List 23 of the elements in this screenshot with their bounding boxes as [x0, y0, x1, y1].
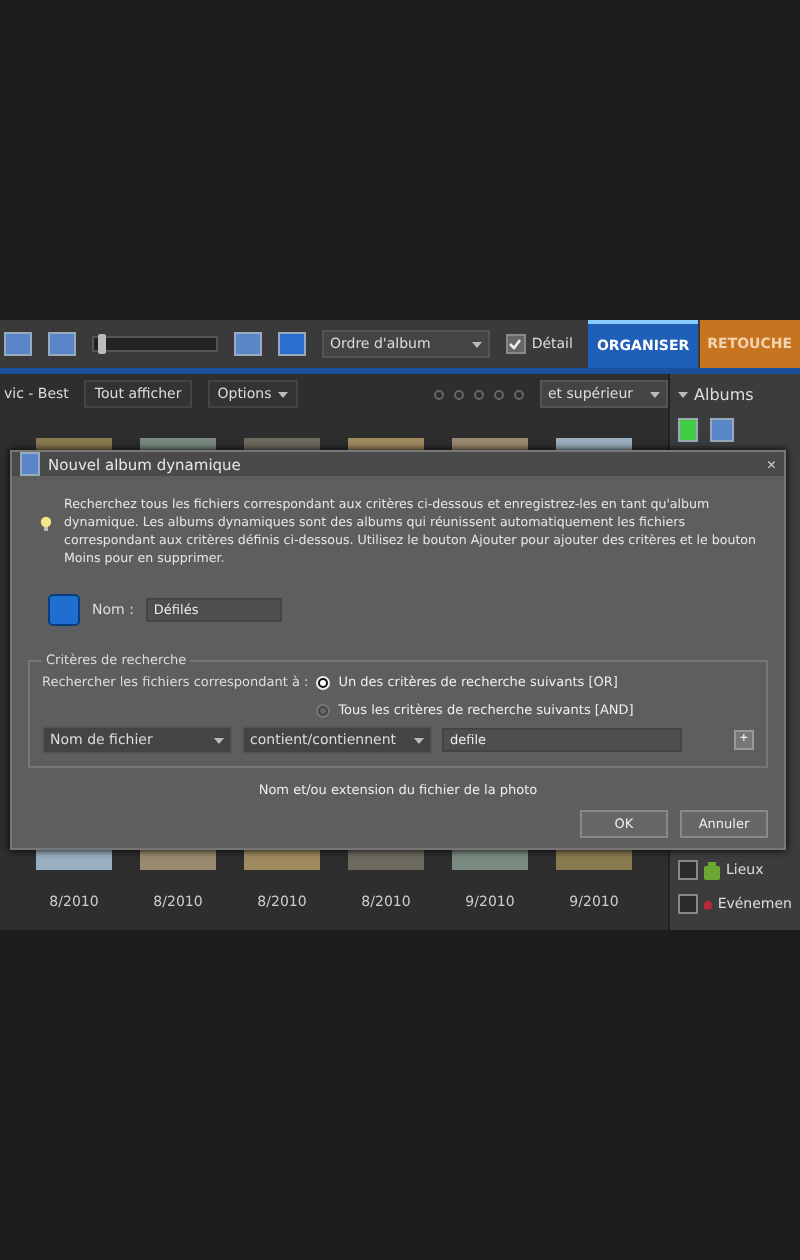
caret-icon	[277, 391, 288, 397]
photo-placeholder[interactable]	[348, 438, 424, 450]
close-button[interactable]: ×	[766, 455, 776, 473]
detail-checkbox[interactable]	[505, 334, 526, 354]
photo-placeholder[interactable]	[140, 438, 216, 450]
photo-placeholder[interactable]	[36, 438, 112, 450]
lightbulb-icon	[40, 516, 52, 532]
caret-icon	[414, 737, 424, 743]
photo-placeholder[interactable]	[244, 438, 320, 450]
albums-header[interactable]: Albums	[694, 386, 754, 404]
slider-thumb[interactable]	[97, 334, 106, 354]
caret-icon	[678, 392, 688, 398]
caret-icon	[471, 341, 482, 347]
album-checkbox[interactable]	[678, 894, 698, 914]
album-icon	[20, 452, 40, 476]
photo-placeholder[interactable]	[452, 438, 528, 450]
album-checkbox[interactable]	[678, 860, 698, 880]
album-icon	[48, 594, 80, 626]
photo-placeholder[interactable]	[556, 438, 632, 450]
caret-icon	[650, 391, 660, 397]
caret-icon	[214, 737, 224, 743]
star-rating[interactable]	[434, 389, 524, 399]
zoom-slider[interactable]	[92, 336, 218, 352]
